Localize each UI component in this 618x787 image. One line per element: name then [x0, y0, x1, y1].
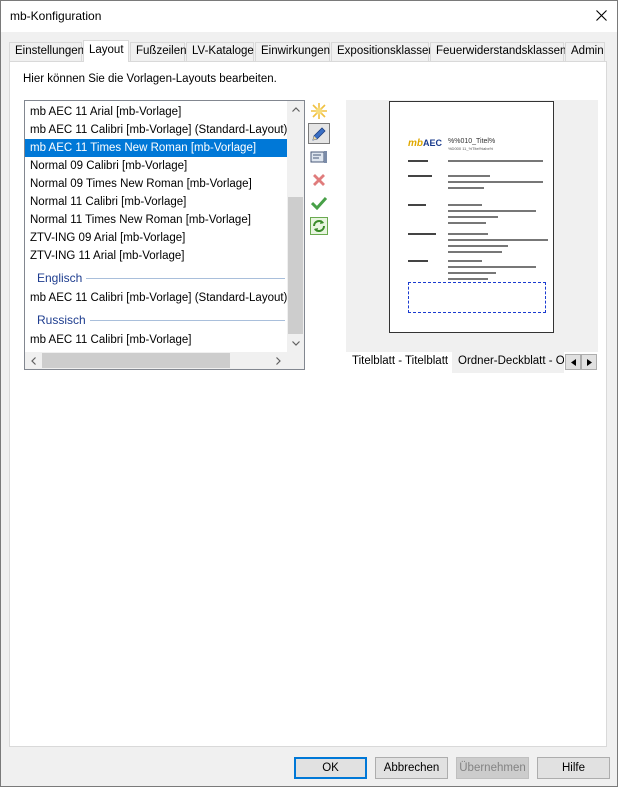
- tab-einstellungen[interactable]: Einstellungen: [9, 42, 84, 61]
- layout-tab-panel: Hier können Sie die Vorlagen-Layouts bea…: [9, 61, 607, 747]
- list-item[interactable]: mb AEC 11 Arial [mb-Vorlage]: [25, 103, 287, 121]
- list-item[interactable]: Normal 09 Calibri [mb-Vorlage]: [25, 157, 287, 175]
- layout-list[interactable]: mb AEC 11 Arial [mb-Vorlage] mb AEC 11 C…: [24, 100, 305, 370]
- tab-expositionsklassen[interactable]: Expositionsklassen: [331, 42, 435, 61]
- tab-strip: Einstellungen Layout Fußzeilen LV-Katalo…: [9, 40, 607, 62]
- cancel-button[interactable]: Abbrechen: [375, 757, 448, 779]
- preview-page: mbAEC %%010_Titel% %D000 11_%Titel%abx%: [389, 101, 554, 333]
- list-item[interactable]: Normal 09 Times New Roman [mb-Vorlage]: [25, 175, 287, 193]
- list-item-selected[interactable]: mb AEC 11 Times New Roman [mb-Vorlage]: [25, 139, 287, 157]
- group-heading-russian: Russisch: [25, 307, 287, 331]
- apply-button[interactable]: Übernehmen: [456, 757, 529, 779]
- window-title: mb-Konfiguration: [10, 9, 102, 23]
- configuration-dialog: mb-Konfiguration Einstellungen Layout Fu…: [0, 0, 618, 787]
- apply-check-icon: [311, 196, 327, 210]
- edit-layout-button[interactable]: [308, 123, 330, 144]
- horizontal-scrollbar[interactable]: [25, 352, 287, 369]
- delete-icon: [313, 173, 325, 186]
- preview-doc-subtitle: %D000 11_%Titel%abx%: [448, 146, 494, 151]
- tab-layout[interactable]: Layout: [83, 40, 129, 62]
- new-icon: [311, 102, 327, 119]
- refresh-icon: [310, 216, 328, 235]
- vertical-scroll-thumb[interactable]: [288, 197, 303, 334]
- list-item[interactable]: ZTV-ING 11 Arial [mb-Vorlage]: [25, 247, 287, 265]
- preview-tab-scroll-left[interactable]: [565, 354, 581, 370]
- group-divider: [85, 320, 285, 321]
- preview-tab-scroll-right[interactable]: [581, 354, 597, 370]
- tab-lv-kataloge[interactable]: LV-Kataloge: [186, 42, 254, 61]
- chevron-down-icon: [291, 341, 300, 346]
- preview-tab-ordner-deckblatt[interactable]: Ordner-Deckblatt - Or: [452, 352, 564, 373]
- apply-layout-button[interactable]: [308, 192, 330, 213]
- horizontal-scroll-thumb[interactable]: [42, 353, 230, 368]
- group-divider: [85, 278, 285, 279]
- chevron-left-icon: [31, 356, 36, 365]
- preview-doc-title: %%010_Titel%: [448, 138, 496, 145]
- list-item[interactable]: mb AEC 11 Calibri [mb-Vorlage] (Standard…: [25, 121, 287, 139]
- chevron-up-icon: [291, 107, 300, 112]
- rename-icon: [310, 150, 327, 163]
- title-bar: mb-Konfiguration: [1, 1, 617, 32]
- scroll-left-button[interactable]: [25, 352, 42, 369]
- tab-einwirkungen[interactable]: Einwirkungen: [255, 42, 330, 61]
- help-button[interactable]: Hilfe: [537, 757, 610, 779]
- list-item[interactable]: Normal 11 Times New Roman [mb-Vorlage]: [25, 211, 287, 229]
- scroll-right-button[interactable]: [270, 352, 287, 369]
- refresh-layout-button[interactable]: [308, 215, 330, 236]
- group-heading-english: Englisch: [25, 265, 287, 289]
- hint-text: Hier können Sie die Vorlagen-Layouts bea…: [23, 73, 277, 85]
- mb-aec-logo: mbAEC: [408, 138, 443, 149]
- triangle-right-icon: [586, 358, 592, 366]
- tab-feuerwiderstandsklassen[interactable]: Feuerwiderstandsklassen: [430, 42, 566, 61]
- layout-list-items: mb AEC 11 Arial [mb-Vorlage] mb AEC 11 C…: [25, 103, 287, 349]
- vertical-scrollbar[interactable]: [287, 101, 304, 352]
- layout-preview: mbAEC %%010_Titel% %D000 11_%Titel%abx%: [346, 100, 598, 352]
- rename-layout-button[interactable]: [308, 146, 330, 167]
- delete-layout-button[interactable]: [308, 169, 330, 190]
- scroll-down-button[interactable]: [287, 335, 304, 352]
- preview-placeholder-frame: [408, 282, 546, 313]
- chevron-right-icon: [276, 356, 281, 365]
- list-item[interactable]: mb AEC 11 Calibri [mb-Vorlage] (Standard…: [25, 289, 287, 307]
- triangle-left-icon: [570, 358, 576, 366]
- close-icon: [596, 10, 607, 21]
- list-item[interactable]: mb AEC 11 Calibri [mb-Vorlage]: [25, 331, 287, 349]
- close-button[interactable]: [587, 1, 617, 31]
- scrollbar-corner: [287, 352, 304, 369]
- preview-tab-titelblatt[interactable]: Titelblatt - Titelblatt: [346, 352, 452, 373]
- ok-button[interactable]: OK: [294, 757, 367, 779]
- tab-admin[interactable]: Admin: [565, 42, 605, 61]
- scroll-up-button[interactable]: [287, 101, 304, 118]
- new-layout-button[interactable]: [308, 100, 330, 121]
- list-item[interactable]: ZTV-ING 09 Arial [mb-Vorlage]: [25, 229, 287, 247]
- preview-tabs: Titelblatt - Titelblatt Ordner-Deckblatt…: [346, 352, 598, 374]
- list-item[interactable]: Normal 11 Calibri [mb-Vorlage]: [25, 193, 287, 211]
- edit-pencil-icon: [312, 126, 326, 141]
- tab-fusszeilen[interactable]: Fußzeilen: [130, 42, 187, 61]
